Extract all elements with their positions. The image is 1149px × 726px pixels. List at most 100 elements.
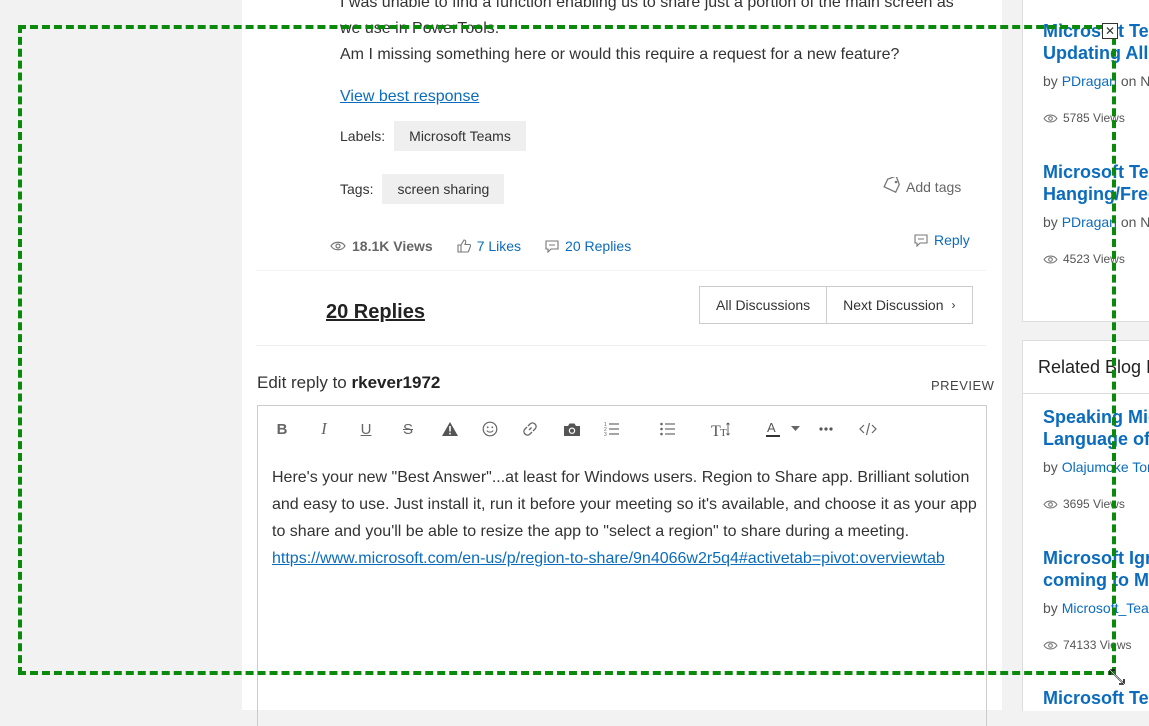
author-link[interactable]: PDragan — [1062, 214, 1117, 230]
date-fragment: on N — [1120, 214, 1149, 230]
author-link[interactable]: Olajumoke Tor — [1062, 459, 1149, 475]
by-label: by — [1043, 73, 1058, 89]
by-label: by — [1043, 214, 1058, 230]
preview-button[interactable]: PREVIEW — [931, 378, 994, 393]
related-item-2-title[interactable]: Microsoft Igni coming to Mi — [1043, 547, 1149, 591]
edit-reply-prefix: Edit reply to — [257, 373, 347, 392]
emoji-icon[interactable] — [479, 418, 501, 440]
reply-button[interactable]: Reply — [914, 232, 970, 248]
add-tags-button[interactable]: Add tags — [882, 175, 962, 196]
views-label: 4523 Views — [1063, 252, 1125, 266]
italic-icon[interactable]: I — [313, 418, 335, 440]
divider — [256, 345, 986, 346]
edit-reply-heading: Edit reply to rkever1972 — [257, 373, 440, 393]
eye-icon — [1043, 114, 1058, 122]
tag-chip-screen-sharing[interactable]: screen sharing — [382, 174, 505, 204]
sidebar-top-panel: Microsoft Tea Updating All by PDragan on… — [1022, 0, 1149, 322]
views-label: 74133 Views — [1063, 638, 1132, 652]
sidebar-top-item-2-title[interactable]: Microsoft Tea Hanging/Free — [1043, 161, 1149, 205]
related-blog-posts-panel: Related Blog P Speaking Mic Language of … — [1022, 340, 1149, 711]
eye-icon — [1043, 500, 1058, 508]
text-size-icon[interactable]: TT — [710, 418, 732, 440]
tag-icon — [882, 175, 906, 196]
sidebar-top-item-1-title[interactable]: Microsoft Tea Updating All — [1043, 20, 1149, 64]
title-line: Hanging/Free — [1043, 184, 1149, 204]
strikethrough-icon[interactable]: S — [397, 418, 419, 440]
post-stats: 18.1K Views 7 Likes 20 Replies — [330, 238, 631, 254]
tags-row: Tags: screen sharing — [340, 174, 505, 204]
related-blog-heading: Related Blog P — [1038, 357, 1149, 377]
eye-icon — [1043, 255, 1058, 263]
views-label: 18.1K Views — [352, 238, 433, 254]
label-chip-microsoft-teams[interactable]: Microsoft Teams — [394, 121, 526, 151]
divider — [256, 270, 986, 271]
likes-label: 7 Likes — [476, 238, 522, 254]
bold-icon[interactable]: B — [271, 418, 293, 440]
underline-icon[interactable]: U — [355, 418, 377, 440]
replies-label: 20 Replies — [565, 238, 632, 254]
views-label: 3695 Views — [1063, 497, 1125, 511]
related-item-2-views: 74133 Views — [1043, 638, 1132, 652]
tags-label: Tags: — [340, 181, 374, 197]
author-link[interactable]: PDragan — [1062, 73, 1117, 89]
chevron-down-icon[interactable] — [788, 418, 802, 440]
title-line: coming to Mi — [1043, 570, 1149, 590]
thumbs-up-icon — [457, 239, 471, 253]
replies-heading[interactable]: 20 Replies — [326, 301, 425, 324]
by-label: by — [1043, 600, 1058, 616]
author-link[interactable]: Microsoft_Tear — [1062, 600, 1149, 616]
title-line: Microsoft Tea — [1043, 688, 1149, 708]
likes-link[interactable]: 7 Likes — [457, 238, 521, 254]
reply-icon — [914, 233, 928, 247]
chevron-right-icon: › — [951, 298, 956, 312]
reply-label: Reply — [934, 232, 970, 248]
editor-content[interactable]: Here's your new "Best Answer"...at least… — [272, 464, 977, 572]
views-count: 18.1K Views — [330, 238, 433, 254]
more-icon[interactable] — [815, 418, 837, 440]
date-fragment: on N — [1120, 73, 1149, 89]
post-line-2: we use in PowerTools. — [340, 20, 500, 37]
editor-toolbar: B I U S 123 TT A — [258, 406, 986, 452]
numbered-list-icon[interactable]: 123 — [601, 418, 623, 440]
svg-text:T: T — [720, 427, 727, 437]
post-line-1: I was unable to find a function enabling… — [340, 0, 954, 11]
eye-icon — [1043, 641, 1058, 649]
svg-text:A: A — [767, 420, 776, 435]
title-line: Microsoft Tea — [1043, 162, 1149, 182]
editor-body-text: Here's your new "Best Answer"...at least… — [272, 469, 977, 540]
title-line: Microsoft Igni — [1043, 548, 1149, 568]
link-icon[interactable] — [519, 418, 541, 440]
edit-reply-user: rkever1972 — [351, 373, 441, 392]
eye-icon — [330, 241, 346, 251]
text-color-icon[interactable]: A — [762, 418, 784, 440]
all-discussions-button[interactable]: All Discussions — [700, 287, 826, 323]
related-item-1-byline: by Olajumoke Tor — [1043, 459, 1149, 475]
code-icon[interactable] — [857, 418, 879, 440]
replies-link[interactable]: 20 Replies — [545, 238, 631, 254]
comment-icon — [545, 239, 559, 253]
post-line-3: Am I missing something here or would thi… — [340, 46, 900, 63]
camera-icon[interactable] — [561, 418, 583, 440]
bullet-list-icon[interactable] — [657, 418, 679, 440]
resize-handle-icon[interactable] — [1108, 668, 1126, 686]
warning-icon[interactable] — [439, 418, 461, 440]
add-tags-label: Add tags — [906, 178, 962, 195]
related-item-3-title[interactable]: Microsoft Tea — [1043, 687, 1149, 709]
related-item-1-title[interactable]: Speaking Mic Language of — [1043, 406, 1149, 450]
divider — [1023, 393, 1149, 394]
related-item-2-byline: by Microsoft_Tear — [1043, 600, 1149, 616]
title-line: Updating All — [1043, 43, 1149, 63]
region-to-share-link[interactable]: https://www.microsoft.com/en-us/p/region… — [272, 545, 977, 572]
rich-text-editor[interactable]: B I U S 123 TT A Here's your new "Best A… — [257, 405, 987, 726]
discussion-main-panel: I was unable to find a function enabling… — [242, 0, 1002, 726]
views-label: 5785 Views — [1063, 111, 1125, 125]
sidebar-top-item-1-byline: by PDragan on N — [1043, 73, 1149, 89]
post-body: I was unable to find a function enabling… — [340, 0, 980, 68]
close-icon[interactable]: ✕ — [1102, 23, 1118, 39]
next-discussion-button[interactable]: Next Discussion › — [826, 287, 971, 323]
view-best-response-link[interactable]: View best response — [340, 88, 479, 106]
related-item-1-views: 3695 Views — [1043, 497, 1125, 511]
title-line: Speaking Mic — [1043, 407, 1149, 427]
sidebar-top-item-1-views: 5785 Views — [1043, 111, 1125, 125]
sidebar-top-item-2-views: 4523 Views — [1043, 252, 1125, 266]
